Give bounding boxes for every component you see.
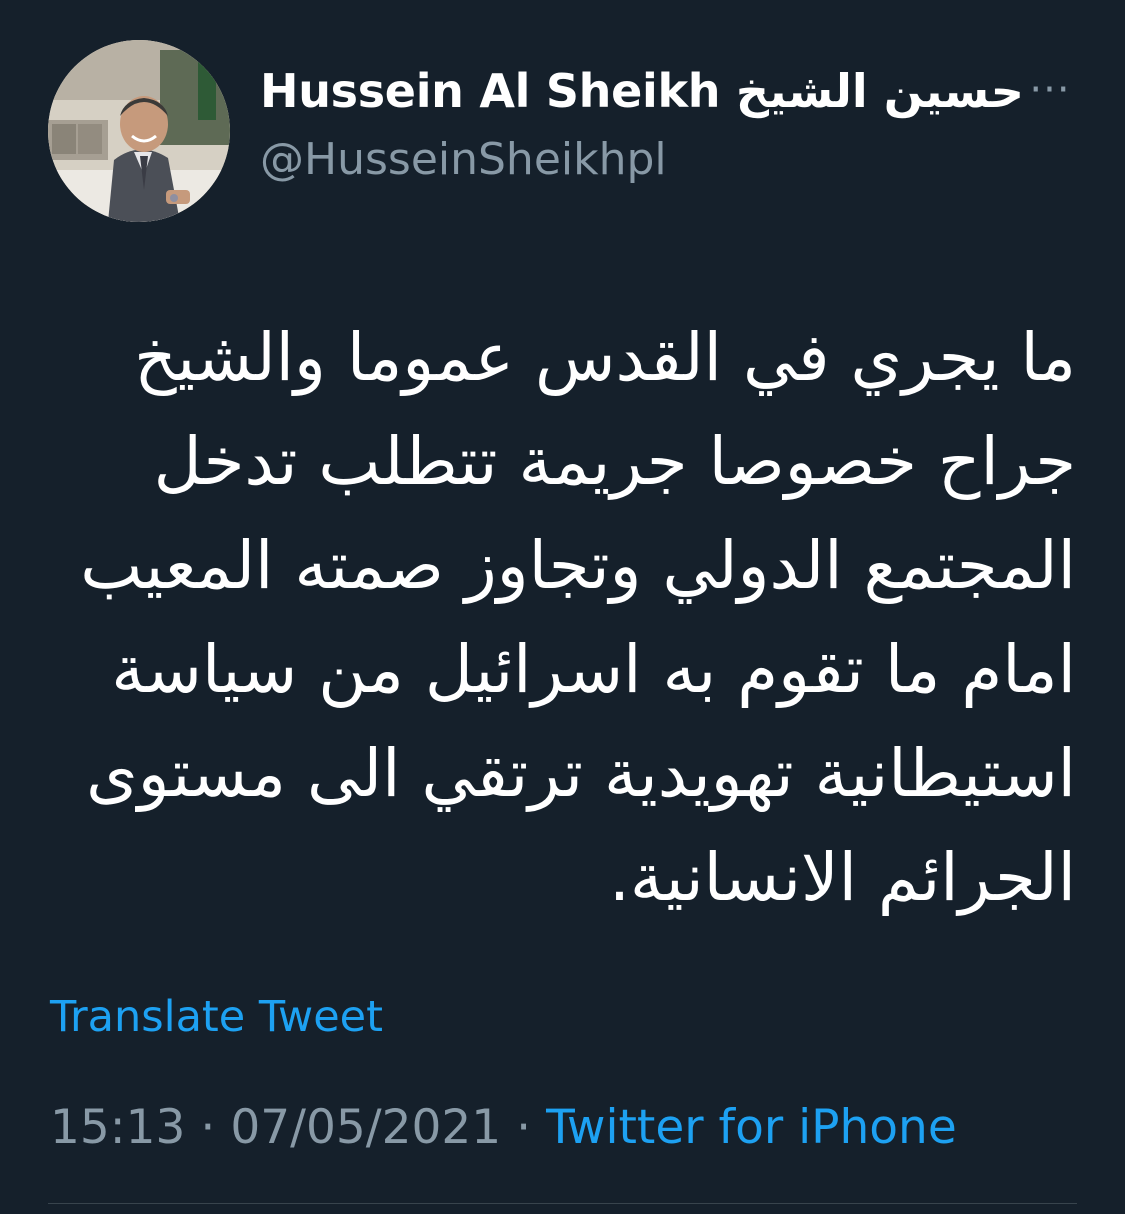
- translate-tweet-link[interactable]: Translate Tweet: [50, 992, 383, 1042]
- tweet-date[interactable]: 07/05/2021: [230, 1100, 501, 1155]
- author-display-name[interactable]: Hussein Al Sheikh حسين الشيخ: [260, 64, 1024, 118]
- tweet-metadata: 15:13 · 07/05/2021 · Twitter for iPhone: [50, 1100, 957, 1155]
- tweet-time[interactable]: 15:13: [50, 1100, 185, 1155]
- avatar-photo: [48, 40, 230, 222]
- avatar[interactable]: [48, 40, 230, 222]
- tweet-source-link[interactable]: Twitter for iPhone: [546, 1100, 957, 1155]
- tweet-text: ما يجري في القدس عموما والشيخ جراح خصوصا…: [80, 319, 1076, 916]
- divider: [48, 1203, 1077, 1204]
- tweet-header: Hussein Al Sheikh حسين الشيخ @HusseinShe…: [48, 40, 1078, 222]
- meta-separator: ·: [200, 1100, 216, 1155]
- author-handle[interactable]: @HusseinSheikhpl: [260, 134, 667, 185]
- more-horizontal-icon[interactable]: ···: [1028, 68, 1072, 112]
- meta-separator: ·: [516, 1100, 532, 1155]
